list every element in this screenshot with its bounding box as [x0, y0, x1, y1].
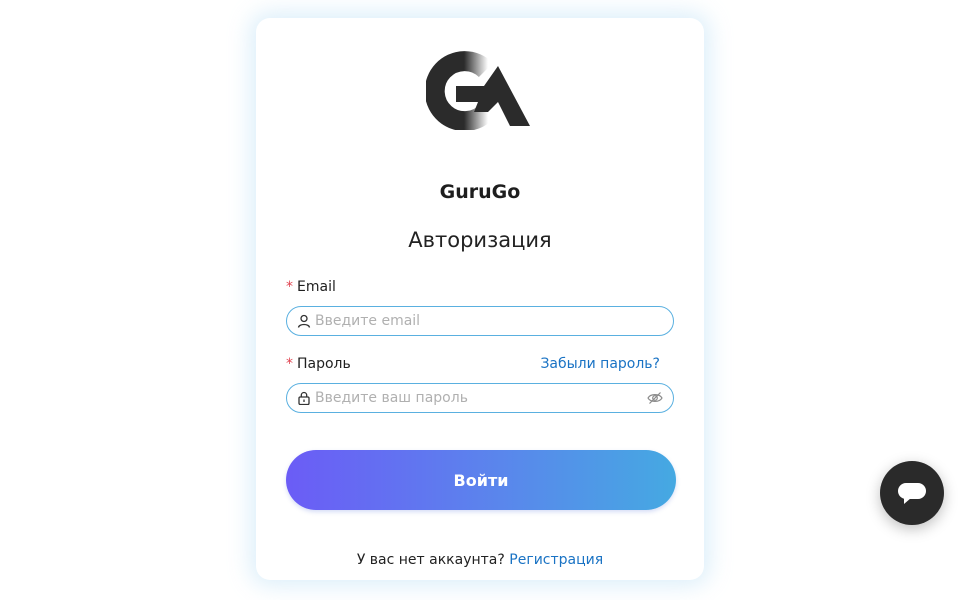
login-button[interactable]: Войти [286, 450, 676, 510]
login-card: GuruGo Авторизация *Email *Пароль Забыли… [256, 18, 704, 580]
signup-link[interactable]: Регистрация [509, 552, 603, 568]
eye-off-icon[interactable] [647, 391, 663, 405]
required-marker: * [286, 279, 293, 295]
lock-icon [298, 391, 310, 405]
required-marker: * [286, 356, 293, 372]
signup-prompt-text: У вас нет аккаунта? [356, 552, 505, 568]
email-field[interactable] [286, 306, 674, 336]
gurugo-logo-icon [426, 51, 530, 130]
forgot-password-link[interactable]: Забыли пароль? [540, 356, 660, 372]
user-icon [297, 314, 311, 328]
chat-bubble-icon [898, 483, 926, 504]
email-label: * Email [286, 279, 336, 295]
signup-prompt: У вас нет аккаунта? Регистрация [256, 552, 704, 568]
password-label: * Пароль [286, 356, 351, 372]
brand-name: GuruGo [439, 181, 521, 203]
password-label-text: Пароль [297, 356, 351, 372]
email-input[interactable] [315, 307, 635, 335]
password-field[interactable] [286, 383, 674, 413]
email-label-text: Email [297, 279, 336, 295]
chat-widget-button[interactable] [880, 461, 944, 525]
password-input[interactable] [315, 384, 635, 412]
page-title: Авторизация [408, 228, 552, 252]
